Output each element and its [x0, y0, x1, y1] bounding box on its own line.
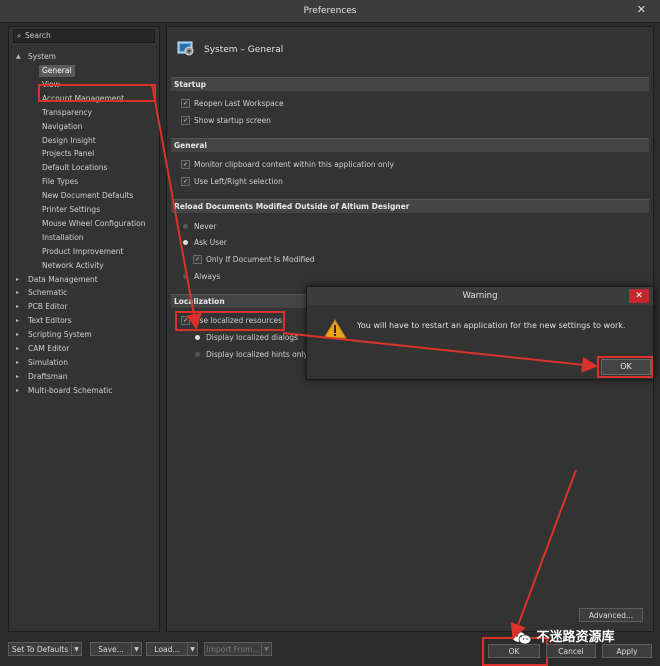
arrow-localized-to-warning-ok	[282, 332, 598, 373]
arrow-to-ok-button	[510, 469, 577, 640]
arrow-general-to-localized	[151, 83, 202, 330]
annotation-arrows	[151, 83, 598, 640]
